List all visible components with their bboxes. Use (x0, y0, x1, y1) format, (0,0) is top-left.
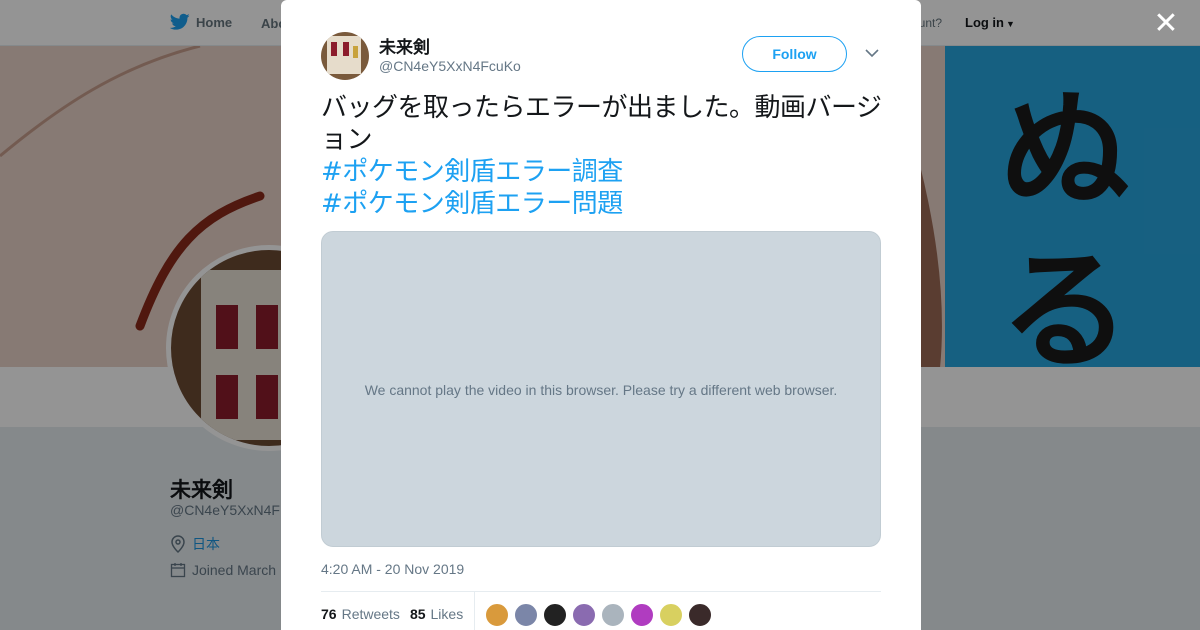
hashtag-link[interactable]: #ポケモン剣盾エラー問題 (321, 188, 887, 220)
liker-avatar[interactable] (630, 603, 654, 627)
video-error-message: We cannot play the video in this browser… (364, 382, 838, 398)
retweets-stat[interactable]: 76 Retweets (321, 606, 400, 622)
likes-label: Likes (430, 606, 464, 622)
likes-stat[interactable]: 85 Likes (410, 606, 463, 622)
close-icon[interactable]: ✕ (1152, 9, 1180, 39)
tweet-timestamp[interactable]: 4:20 AM - 20 Nov 2019 (321, 561, 464, 577)
tweet-text: バッグを取ったらエラーが出ました。動画バージョン #ポケモン剣盾エラー調査 #ポ… (321, 92, 887, 220)
chevron-down-icon[interactable] (863, 44, 881, 62)
liker-avatar[interactable] (601, 603, 625, 627)
avatar-window (331, 42, 337, 56)
avatar-window (353, 46, 358, 58)
author-avatar[interactable] (321, 32, 369, 80)
liker-avatars (485, 603, 712, 627)
likes-count: 85 (409, 606, 426, 622)
divider (321, 591, 881, 592)
stats-divider (474, 592, 475, 630)
hashtag-link[interactable]: #ポケモン剣盾エラー調査 (321, 156, 887, 188)
tweet-modal: 未来剣 @CN4eY5XxN4FcuKo Follow バッグを取ったらエラーが… (281, 0, 921, 630)
author-name[interactable]: 未来剣 (379, 33, 430, 58)
liker-avatar[interactable] (688, 603, 712, 627)
retweets-count: 76 (321, 606, 337, 622)
author-handle[interactable]: @CN4eY5XxN4FcuKo (379, 58, 521, 74)
video-player[interactable]: We cannot play the video in this browser… (321, 231, 881, 547)
retweets-label: Retweets (341, 606, 400, 622)
liker-avatar[interactable] (659, 603, 683, 627)
avatar-window (343, 42, 349, 56)
liker-avatar[interactable] (572, 603, 596, 627)
liker-avatar[interactable] (543, 603, 567, 627)
tweet-stats: 76 Retweets 85 Likes (321, 606, 463, 622)
follow-button[interactable]: Follow (742, 36, 847, 72)
liker-avatar[interactable] (485, 603, 509, 627)
liker-avatar[interactable] (514, 603, 538, 627)
tweet-body: バッグを取ったらエラーが出ました。動画バージョン (321, 93, 882, 155)
